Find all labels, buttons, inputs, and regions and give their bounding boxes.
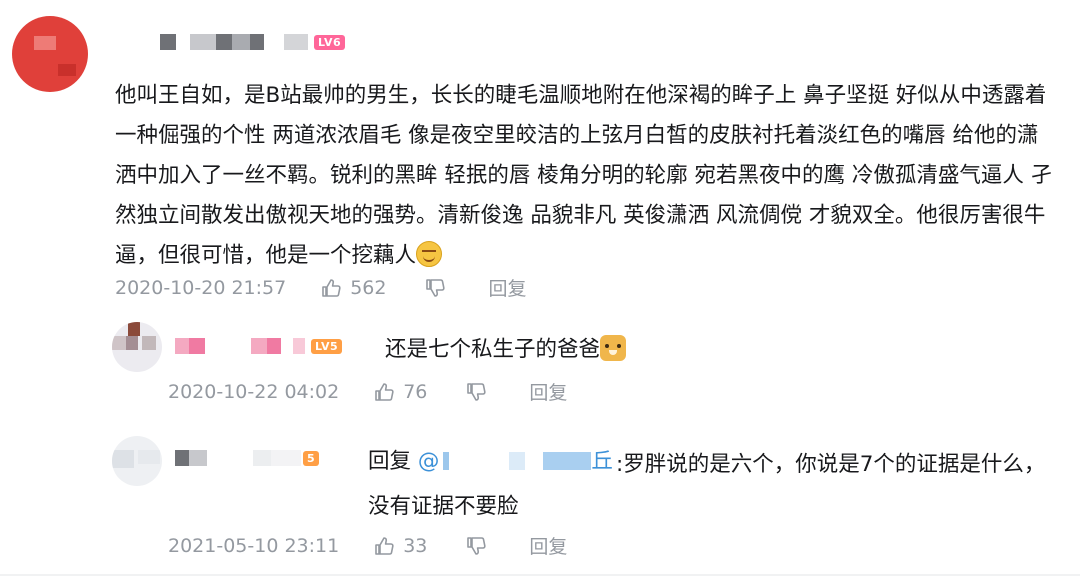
- username-mosaic: [175, 338, 189, 354]
- comment-date: 2020-10-20 21:57: [115, 276, 287, 299]
- username-row[interactable]: LV5: [175, 338, 343, 354]
- like-count: 562: [350, 276, 387, 299]
- emoji-grin-icon: [416, 241, 443, 267]
- username-mosaic: [189, 450, 207, 466]
- username-mosaic: [190, 34, 216, 50]
- reply-button[interactable]: 回复: [488, 274, 526, 301]
- avatar[interactable]: [112, 436, 162, 486]
- username-mosaic: [271, 450, 301, 466]
- username-mosaic: [253, 450, 271, 466]
- avatar-pixel: [58, 64, 76, 76]
- reply-body: 还是七个私生子的爸爸: [385, 337, 601, 362]
- reply-text: :罗胖说的是六个，你说是7个的证据是什么，没有证据不要脸: [368, 444, 1048, 528]
- thumb-up-icon[interactable]: [320, 277, 342, 299]
- avatar-pixel: [112, 336, 126, 350]
- thumb-down-icon[interactable]: [465, 381, 487, 403]
- reply-body: :罗胖说的是六个，你说是7个的证据是什么，没有证据不要脸: [368, 452, 1046, 519]
- comment-body: 他叫王自如，是B站最帅的男生，长长的睫毛温顺地附在他深褐的眸子上 鼻子坚挺 好似…: [115, 83, 1053, 268]
- level-badge: 5: [303, 450, 320, 466]
- avatar-pixel: [128, 322, 140, 336]
- comment-meta: 2021-05-10 23:11 33 回复: [168, 532, 567, 559]
- username-mosaic: [267, 338, 281, 354]
- reply-button[interactable]: 回复: [529, 378, 567, 405]
- reply-button[interactable]: 回复: [529, 532, 567, 559]
- avatar-pixel: [34, 36, 56, 50]
- username-mosaic: [160, 34, 176, 50]
- username-mosaic: [284, 34, 308, 50]
- username-mosaic: [189, 338, 205, 354]
- thumb-up-icon[interactable]: [373, 381, 395, 403]
- emoji-dog-icon: [600, 335, 627, 361]
- thumb-down-icon[interactable]: [465, 535, 487, 557]
- comment-date: 2020-10-22 04:02: [168, 380, 340, 403]
- username-mosaic: [232, 34, 250, 50]
- avatar-pixel: [142, 336, 156, 350]
- avatar-pixel: [138, 450, 160, 464]
- username-mosaic: [251, 338, 267, 354]
- username-row[interactable]: 5: [175, 450, 320, 466]
- username-row[interactable]: LV6: [160, 34, 346, 50]
- like-count: 76: [403, 380, 428, 403]
- username-mosaic: [216, 34, 232, 50]
- reply-text: 还是七个私生子的爸爸: [385, 332, 627, 363]
- thumb-down-icon[interactable]: [424, 277, 446, 299]
- comment-meta: 2020-10-20 21:57 562 回复: [115, 274, 527, 301]
- avatar-pixel: [112, 450, 134, 468]
- comment-text: 他叫王自如，是B站最帅的男生，长长的睫毛温顺地附在他深褐的眸子上 鼻子坚挺 好似…: [115, 76, 1055, 276]
- username-mosaic: [250, 34, 264, 50]
- level-badge: LV5: [311, 338, 343, 354]
- username-mosaic: [175, 450, 189, 466]
- comment-date: 2021-05-10 23:11: [168, 534, 340, 557]
- avatar[interactable]: [112, 322, 162, 372]
- level-badge: LV6: [314, 34, 346, 50]
- like-count: 33: [403, 534, 428, 557]
- avatar[interactable]: [12, 16, 88, 92]
- comment-meta: 2020-10-22 04:02 76 回复: [168, 378, 567, 405]
- username-mosaic: [293, 338, 305, 354]
- thumb-up-icon[interactable]: [373, 535, 395, 557]
- avatar-pixel: [126, 336, 138, 350]
